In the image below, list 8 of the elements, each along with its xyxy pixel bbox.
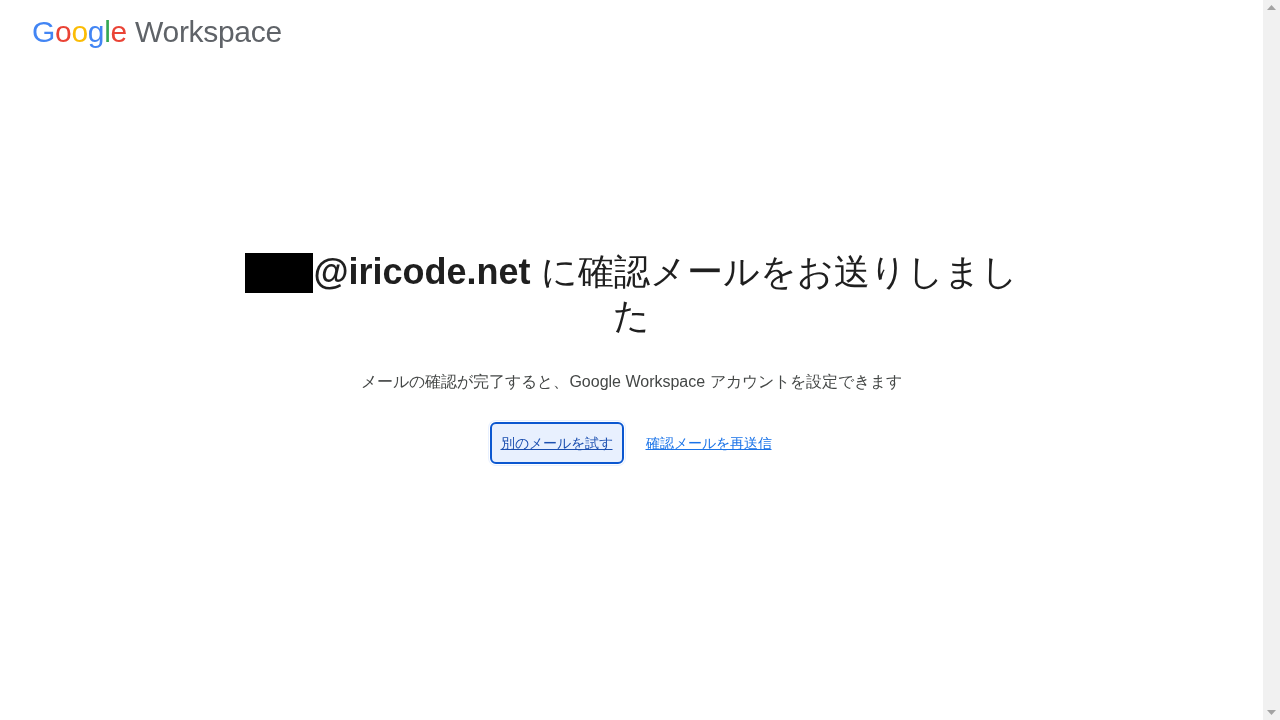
heading-text: @iricode.net に確認メールをお送りしました [313, 251, 1018, 336]
scrollbar-track[interactable] [1263, 0, 1280, 720]
scroll-down-icon[interactable] [1267, 710, 1276, 715]
subtitle: メールの確認が完了すると、Google Workspace アカウントを設定できます [361, 372, 902, 392]
try-another-email-button[interactable]: 別のメールを試す [489, 422, 624, 464]
resend-email-link[interactable]: 確認メールを再送信 [643, 431, 774, 455]
scroll-up-icon[interactable] [1267, 5, 1276, 10]
logo-wordmark: Google Workspace [32, 15, 282, 48]
